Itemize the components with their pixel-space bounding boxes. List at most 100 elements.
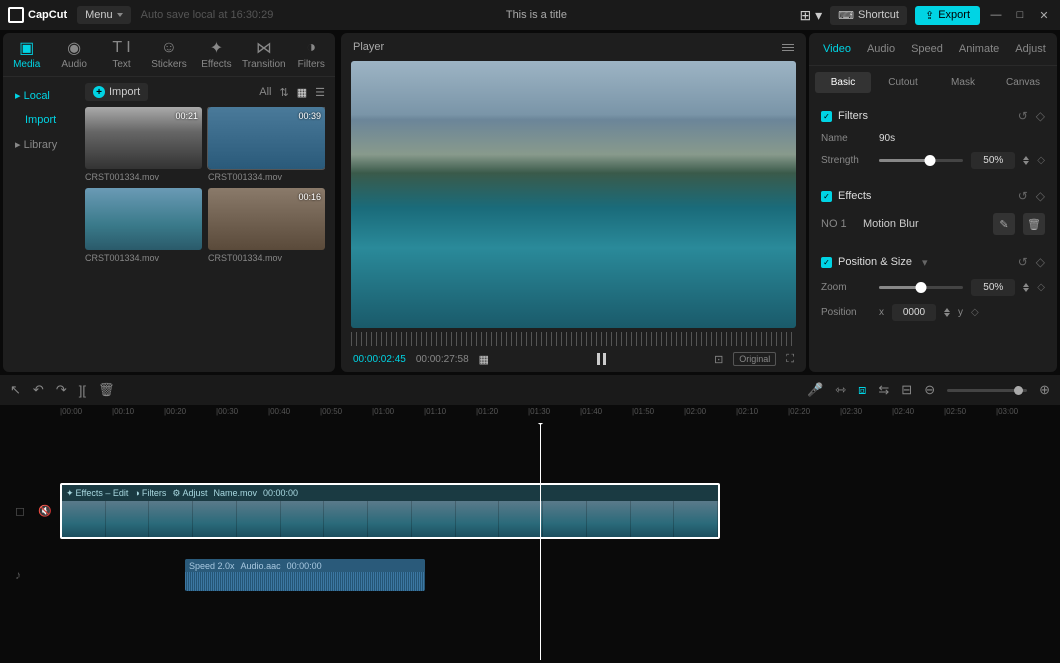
media-clip[interactable]: 00:39CRST001334.mov <box>208 107 325 182</box>
snap-icon[interactable]: ⇆ <box>878 382 889 398</box>
text-icon: T I <box>112 39 130 57</box>
undo-icon[interactable]: ↶ <box>33 382 44 398</box>
track-icon[interactable]: ⊟ <box>901 382 912 398</box>
zoom-stepper[interactable] <box>1023 283 1029 292</box>
keyframe-icon[interactable]: ◇ <box>1036 109 1045 123</box>
autosave-status: Auto save local at 16:30:29 <box>141 9 274 21</box>
delete-effect-button[interactable]: 🗑 <box>1023 213 1045 235</box>
keyframe-icon[interactable]: ◇ <box>1036 189 1045 203</box>
close-button[interactable]: ✕ <box>1036 7 1052 23</box>
fullscreen-icon[interactable]: ⛶ <box>786 353 794 366</box>
zoom-in-icon[interactable]: ⊕ <box>1039 382 1050 398</box>
video-clip[interactable]: ✦ Effects – Edit ◑ Filters ⚙ Adjust Name… <box>60 483 720 539</box>
timeline-ruler[interactable]: |00:00|00:10|00:20|00:30|00:40|00:50|01:… <box>0 405 1060 423</box>
media-clip[interactable]: CRST001334.mov <box>85 188 202 263</box>
link-icon[interactable]: ⇿ <box>835 382 846 398</box>
keyframe-icon[interactable]: ◇ <box>1037 282 1045 293</box>
select-tool-icon[interactable]: ↖ <box>10 382 21 398</box>
menu-button[interactable]: Menu <box>77 6 131 24</box>
magnet-icon[interactable]: ⧈ <box>858 382 866 398</box>
clip-filters-badge[interactable]: ◑ Filters <box>134 488 166 498</box>
layout-icon[interactable]: ⊞ ▾ <box>799 7 822 24</box>
inspector-sub-canvas[interactable]: Canvas <box>995 72 1051 93</box>
position-x-stepper[interactable] <box>944 308 950 317</box>
ruler-tick: |00:40 <box>268 407 290 416</box>
reset-icon[interactable]: ↺ <box>1018 189 1028 203</box>
tool-tab-audio[interactable]: ◉Audio <box>50 39 97 70</box>
inspector-tab-adjust[interactable]: Adjust <box>1007 33 1054 65</box>
ruler-tick: |02:50 <box>944 407 966 416</box>
position-section: ✓Position & Size▾ ↺◇ Zoom 50% ◇ Position… <box>821 249 1045 325</box>
timeline-tracks[interactable]: ◻ 🔇 ✦ Effects – Edit ◑ Filters ⚙ Adjust … <box>0 423 1060 660</box>
import-button[interactable]: + Import <box>85 83 148 101</box>
effects-checkbox[interactable]: ✓ <box>821 191 832 202</box>
grid-view-icon[interactable]: ▦ <box>297 86 307 99</box>
video-preview[interactable] <box>351 61 796 328</box>
inspector-sub-cutout[interactable]: Cutout <box>875 72 931 93</box>
split-icon[interactable]: ][ <box>79 383 86 398</box>
media-clip[interactable]: 00:21CRST001334.mov <box>85 107 202 182</box>
zoom-out-icon[interactable]: ⊖ <box>924 382 935 398</box>
player-menu-icon[interactable] <box>782 44 794 51</box>
sort-icon[interactable]: ⇅ <box>280 86 289 99</box>
strength-value[interactable]: 50% <box>971 152 1015 169</box>
sidebar-library[interactable]: ▸ Library <box>3 132 85 157</box>
mic-icon[interactable]: 🎤 <box>807 382 823 398</box>
zoom-value[interactable]: 50% <box>971 279 1015 296</box>
audio-track-icon[interactable]: ♪ <box>15 568 21 582</box>
filter-all[interactable]: All <box>259 86 271 98</box>
audio-clip[interactable]: Speed 2.0x Audio.aac 00:00:00 <box>185 559 425 591</box>
keyframe-icon[interactable]: ◇ <box>1037 155 1045 166</box>
reset-icon[interactable]: ↺ <box>1018 255 1028 269</box>
tool-tab-filters[interactable]: ◑Filters <box>288 39 335 70</box>
position-checkbox[interactable]: ✓ <box>821 257 832 268</box>
keyframe-icon[interactable]: ◇ <box>971 307 979 318</box>
reset-icon[interactable]: ↺ <box>1018 109 1028 123</box>
zoom-label: Zoom <box>821 282 871 293</box>
playhead[interactable] <box>540 423 541 660</box>
color-scope-icon[interactable]: ▦ <box>479 353 489 366</box>
maximize-button[interactable]: □ <box>1012 7 1028 23</box>
shortcut-label: Shortcut <box>858 9 899 21</box>
edit-effect-button[interactable]: ✎ <box>993 213 1015 235</box>
inspector-tab-animate[interactable]: Animate <box>951 33 1007 65</box>
original-toggle[interactable]: Original <box>733 352 776 366</box>
tool-tab-media[interactable]: ▣Media <box>3 39 50 70</box>
inspector-sub-mask[interactable]: Mask <box>935 72 991 93</box>
player-ruler[interactable] <box>351 332 796 346</box>
stickers-icon: ☺ <box>161 39 177 57</box>
inspector-sub-basic[interactable]: Basic <box>815 72 871 93</box>
strength-slider[interactable] <box>879 159 963 162</box>
export-button[interactable]: ⇪ Export <box>915 6 980 25</box>
tool-tab-effects[interactable]: ✦Effects <box>193 39 240 70</box>
sidebar-import[interactable]: Import <box>3 108 85 132</box>
inspector-tab-video[interactable]: Video <box>815 33 859 65</box>
shortcut-button[interactable]: ⌨ Shortcut <box>830 6 907 25</box>
clip-effects-badge[interactable]: ✦ Effects – Edit <box>66 488 128 499</box>
tool-tab-text[interactable]: T IText <box>98 39 145 70</box>
crop-icon[interactable]: ⊡ <box>714 353 723 366</box>
keyframe-icon[interactable]: ◇ <box>1036 255 1045 269</box>
media-sidebar: ▸ Local Import ▸ Library <box>3 77 85 372</box>
minimize-button[interactable]: — <box>988 7 1004 23</box>
list-view-icon[interactable]: ☰ <box>315 86 325 99</box>
delete-icon[interactable]: 🗑 <box>98 382 115 398</box>
inspector-tab-audio[interactable]: Audio <box>859 33 903 65</box>
timeline-zoom-slider[interactable] <box>947 389 1027 392</box>
filters-checkbox[interactable]: ✓ <box>821 111 832 122</box>
track-lock-icon[interactable]: ◻ <box>15 504 25 518</box>
zoom-slider[interactable] <box>879 286 963 289</box>
project-title[interactable]: This is a title <box>283 9 789 21</box>
media-clip[interactable]: 00:16CRST001334.mov <box>208 188 325 263</box>
redo-icon[interactable]: ↷ <box>56 382 67 398</box>
clip-adjust-badge[interactable]: ⚙ Adjust <box>172 488 207 499</box>
position-x-value[interactable]: 0000 <box>892 304 936 321</box>
track-mute-icon[interactable]: 🔇 <box>38 505 52 518</box>
tool-tab-transition[interactable]: ⋈Transition <box>240 39 287 70</box>
timeline-toolbar: ↖ ↶ ↷ ][ 🗑 🎤 ⇿ ⧈ ⇆ ⊟ ⊖ ⊕ <box>0 375 1060 405</box>
tool-tab-stickers[interactable]: ☺Stickers <box>145 39 192 70</box>
pause-button[interactable] <box>597 353 606 365</box>
inspector-tab-speed[interactable]: Speed <box>903 33 951 65</box>
strength-stepper[interactable] <box>1023 156 1029 165</box>
sidebar-local[interactable]: ▸ Local <box>3 83 85 108</box>
